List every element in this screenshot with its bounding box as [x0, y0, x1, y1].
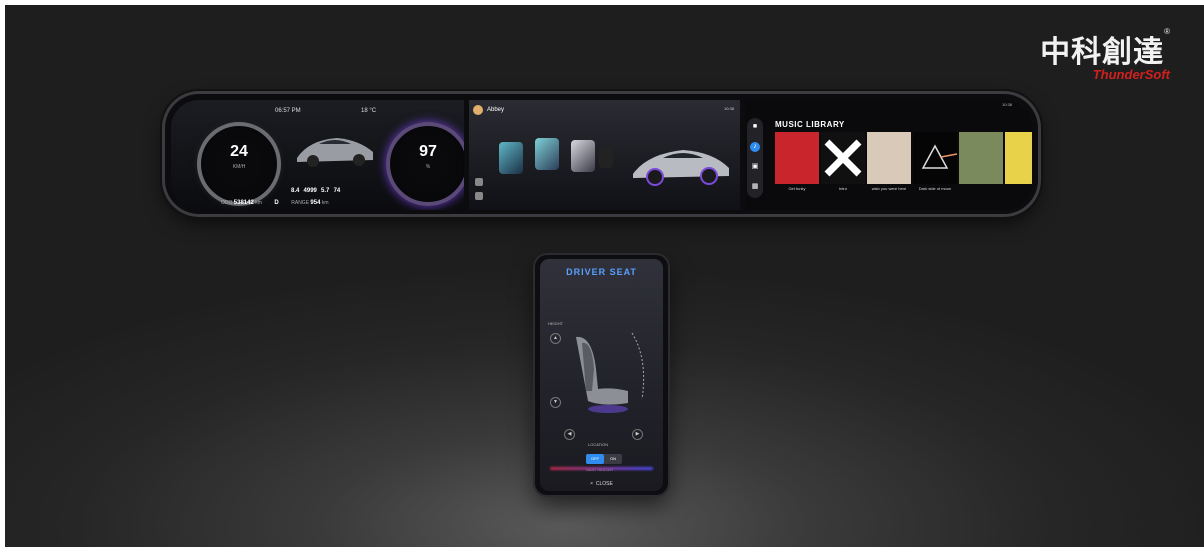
battery-gauge: 97 %	[386, 122, 464, 206]
location-back-button[interactable]: ◀	[564, 429, 575, 440]
album-cover[interactable]	[1005, 132, 1032, 184]
location-label: LOCATION	[588, 442, 609, 447]
range-unit: km	[321, 200, 329, 206]
phone-device: DRIVER SEAT HEIGHT ▲ ▼ ◀ ▶ LOCATION OFF …	[535, 255, 668, 495]
range-label: RANGE	[291, 200, 310, 206]
music-library-title: MUSIC LIBRARY	[775, 120, 845, 129]
toggle-on[interactable]: ON	[604, 454, 622, 464]
odo-label: ODO	[221, 200, 233, 206]
accent-glow	[550, 467, 653, 470]
dashboard-display: 06:57 PM 18 °C 24 KM/H 97 % 8.4 4999 5.7…	[165, 94, 1038, 214]
apps-icon[interactable]: ▦	[750, 182, 760, 192]
toggle-off[interactable]: OFF	[586, 454, 604, 464]
height-label: HEIGHT	[548, 321, 564, 326]
seat-heater-toggle[interactable]: OFF ON	[586, 454, 622, 464]
odo-value: 538142	[233, 200, 254, 206]
music-status-time: 10:38	[1001, 102, 1012, 107]
driver-seat-screen: DRIVER SEAT HEIGHT ▲ ▼ ◀ ▶ LOCATION OFF …	[540, 259, 663, 491]
stat-a: 8.4	[291, 188, 300, 194]
album-name: wish you were here	[871, 186, 907, 191]
speed-value: 24	[230, 143, 248, 160]
close-icon: ×	[590, 481, 594, 487]
car-image	[633, 150, 729, 186]
odometer-bar: ODO 538142 km D RANGE 954 km	[221, 200, 421, 206]
album-cover[interactable]	[867, 132, 911, 184]
seat-image	[576, 332, 645, 413]
battery-value: 97	[419, 143, 437, 160]
album-cover[interactable]	[775, 132, 819, 184]
album-name: Get funky	[788, 186, 806, 191]
close-button[interactable]: × CLOSE	[540, 481, 663, 487]
album-cover[interactable]	[959, 132, 1003, 184]
media-rail: ■ ♪ ▣ ▦	[747, 118, 763, 198]
photo-icon[interactable]: ▣	[750, 162, 760, 172]
album-cover[interactable]	[821, 132, 865, 184]
app-card[interactable]	[499, 142, 523, 174]
cloud-icon[interactable]	[475, 192, 483, 200]
app-card[interactable]	[571, 140, 595, 172]
location-forward-button[interactable]: ▶	[632, 429, 643, 440]
registered-mark: ®	[1164, 27, 1170, 36]
speed-unit: KM/H	[232, 164, 246, 170]
brand-logo: 中科創達® ThunderSoft	[1040, 27, 1170, 82]
stat-b: 4999	[303, 188, 317, 194]
stat-c: 5.7	[321, 188, 330, 194]
video-icon[interactable]: ■	[750, 122, 760, 132]
music-icon[interactable]: ♪	[750, 142, 760, 152]
user-name: Abbey	[487, 107, 505, 113]
avatar[interactable]	[473, 105, 483, 115]
album-name: Intro	[838, 186, 847, 191]
car-image	[297, 138, 373, 167]
brand-chinese: 中科創達	[1040, 35, 1165, 70]
app-card[interactable]	[535, 138, 559, 170]
height-up-button[interactable]: ▲	[550, 333, 561, 344]
range-value: 954	[310, 200, 321, 206]
height-down-button[interactable]: ▼	[550, 397, 561, 408]
stat-d: 74	[333, 188, 341, 194]
media-icon[interactable]	[475, 178, 483, 186]
status-time: 10:38	[723, 106, 734, 111]
temperature: 18 °C	[361, 108, 377, 114]
center-panel: Abbey 10:38	[469, 100, 740, 210]
music-panel: 10:38 ■ ♪ ▣ ▦ MUSIC LIBRARY Get funky In…	[745, 100, 1032, 210]
album-cover[interactable]	[913, 132, 958, 184]
instrument-cluster: 06:57 PM 18 °C 24 KM/H 97 % 8.4 4999 5.7…	[171, 100, 464, 210]
odo-unit: km	[255, 200, 262, 206]
app-card[interactable]	[599, 146, 613, 168]
close-label: CLOSE	[595, 481, 613, 487]
trip-stats: 8.4 4999 5.7 74	[291, 188, 340, 194]
page-title: DRIVER SEAT	[566, 267, 637, 277]
clock: 06:57 PM	[275, 108, 301, 114]
gear-indicator: D	[274, 200, 279, 206]
battery-unit: %	[425, 164, 431, 170]
showcase-stage: 中科創達® ThunderSoft 06:57 PM 18 °C 24 KM/H…	[5, 5, 1204, 547]
album-name: Dark side of moon	[918, 186, 952, 191]
speed-gauge: 24 KM/H	[197, 122, 281, 206]
